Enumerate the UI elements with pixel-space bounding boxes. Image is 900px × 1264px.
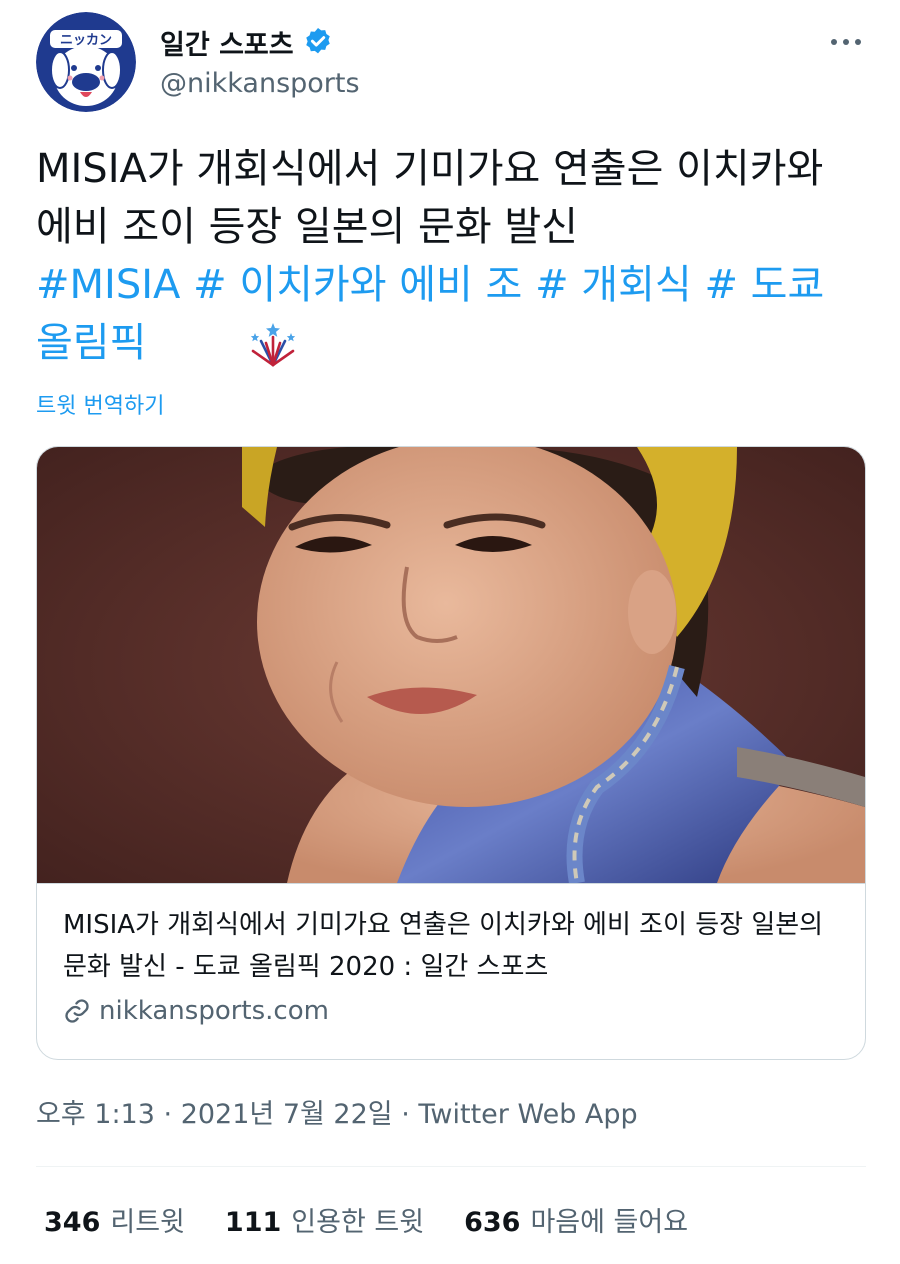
retweets-label: 리트윗 bbox=[110, 1207, 185, 1238]
hashtag-ichikawa-ebizo[interactable]: # 이치카와 에비 조 bbox=[193, 262, 522, 308]
card-title[interactable]: MISIA가 개회식에서 기미가요 연출은 이치카와 에비 조이 등장 일본의 … bbox=[63, 904, 843, 988]
likes-label: 마음에 들어요 bbox=[530, 1207, 689, 1238]
meta-separator: · bbox=[163, 1099, 173, 1130]
tweet-header: ニッカン 일간 스포츠 @nikkansports bbox=[36, 12, 866, 116]
tweet-time[interactable]: 오후 1:13 bbox=[36, 1099, 155, 1130]
card-image[interactable] bbox=[37, 447, 865, 883]
retweets-stat[interactable]: 346 리트윗 bbox=[44, 1200, 185, 1239]
quote-tweets-label: 인용한 트윗 bbox=[291, 1207, 425, 1238]
retweets-count: 346 bbox=[44, 1207, 101, 1238]
nikkan-dog-logo-icon: ニッカン bbox=[36, 12, 136, 112]
card-domain: nikkansports.com bbox=[99, 996, 329, 1026]
card-body[interactable]: MISIA가 개회식에서 기미가요 연출은 이치카와 에비 조이 등장 일본의 … bbox=[37, 883, 865, 1059]
divider bbox=[36, 1166, 866, 1167]
tweet-stats: 346 리트윗 111 인용한 트윗 636 마음에 들어요 bbox=[44, 1200, 728, 1239]
more-options-icon[interactable] bbox=[826, 30, 866, 54]
tweet-date[interactable]: 2021년 7월 22일 bbox=[181, 1099, 393, 1130]
likes-count: 636 bbox=[464, 1207, 521, 1238]
user-handle[interactable]: @nikkansports bbox=[160, 68, 360, 99]
tweet-text-body: MISIA가 개회식에서 기미가요 연출은 이치카와 에비 조이 등장 일본의 … bbox=[36, 146, 824, 250]
tweet-meta: 오후 1:13 · 2021년 7월 22일 · Twitter Web App bbox=[36, 1092, 638, 1131]
display-name-row: 일간 스포츠 bbox=[160, 22, 360, 62]
display-name[interactable]: 일간 스포츠 bbox=[160, 23, 294, 62]
tweet-text: MISIA가 개회식에서 기미가요 연출은 이치카와 에비 조이 등장 일본의 … bbox=[36, 140, 866, 372]
tweet-source[interactable]: Twitter Web App bbox=[418, 1099, 637, 1130]
verified-badge-icon bbox=[302, 26, 334, 58]
quote-tweets-count: 111 bbox=[224, 1207, 282, 1238]
hashtag-misia[interactable]: #MISIA bbox=[36, 262, 180, 308]
avatar[interactable]: ニッカン bbox=[36, 12, 136, 112]
quote-tweets-stat[interactable]: 111 인용한 트윗 bbox=[225, 1200, 424, 1239]
hashtag-opening-ceremony[interactable]: # 개회식 bbox=[535, 262, 692, 308]
likes-stat[interactable]: 636 마음에 들어요 bbox=[464, 1200, 688, 1239]
meta-separator: · bbox=[401, 1099, 410, 1130]
link-icon bbox=[65, 999, 89, 1023]
fireworks-icon bbox=[245, 321, 301, 369]
user-block: 일간 스포츠 @nikkansports bbox=[160, 22, 360, 99]
card-domain-row: nikkansports.com bbox=[63, 996, 329, 1026]
translate-tweet-link[interactable]: 트윗 번역하기 bbox=[36, 388, 164, 420]
svg-text:ニッカン: ニッカン bbox=[60, 33, 112, 48]
link-card[interactable]: MISIA가 개회식에서 기미가요 연출은 이치카와 에비 조이 등장 일본의 … bbox=[36, 446, 866, 1060]
